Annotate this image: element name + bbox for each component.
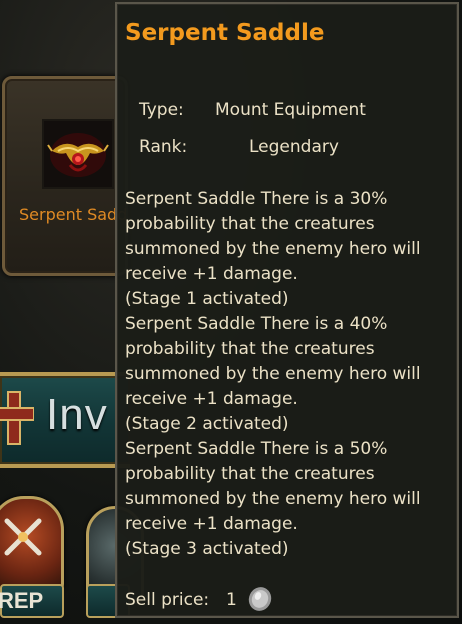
type-value: Mount Equipment xyxy=(215,100,366,120)
description-line: receive +1 damage. xyxy=(125,389,298,409)
sell-price-value: 1 xyxy=(226,590,237,610)
item-description: Serpent Saddle There is a 30% probabilit… xyxy=(125,187,451,562)
description-line: receive +1 damage. xyxy=(125,514,298,534)
reputation-badge[interactable] xyxy=(0,496,64,594)
rank-label: Rank: xyxy=(139,137,188,157)
description-line: summoned by the enemy hero will xyxy=(125,489,421,509)
serpent-saddle-icon[interactable] xyxy=(42,119,114,189)
description-line: summoned by the enemy hero will xyxy=(125,364,421,384)
game-screen: Serpent Saddle Inv REP Serpent Saddle Ty… xyxy=(0,0,462,624)
sell-price-label: Sell price: xyxy=(125,590,210,610)
silver-coin-icon xyxy=(248,587,272,611)
item-title: Serpent Saddle xyxy=(125,20,325,46)
banner-text: Inv xyxy=(46,390,108,439)
description-line: Serpent Saddle There is a 30% xyxy=(125,189,388,209)
description-line: probability that the creatures xyxy=(125,339,375,359)
inventory-banner[interactable]: Inv xyxy=(0,372,130,468)
description-line: receive +1 damage. xyxy=(125,264,298,284)
description-line: Serpent Saddle There is a 50% xyxy=(125,439,388,459)
rank-value: Legendary xyxy=(249,137,339,157)
type-label: Type: xyxy=(139,100,184,120)
description-line: (Stage 2 activated) xyxy=(125,414,289,434)
item-card-name: Serpent Saddle xyxy=(19,205,129,224)
description-line: (Stage 1 activated) xyxy=(125,289,289,309)
description-line: (Stage 3 activated) xyxy=(125,539,289,559)
crossed-swords-icon xyxy=(4,518,42,556)
rep-label: REP xyxy=(0,584,64,618)
description-line: probability that the creatures xyxy=(125,214,375,234)
description-line: summoned by the enemy hero will xyxy=(125,239,421,259)
item-card[interactable]: Serpent Saddle xyxy=(2,76,129,276)
description-line: Serpent Saddle There is a 40% xyxy=(125,314,388,334)
saddle-icon xyxy=(44,121,112,187)
item-tooltip: Serpent Saddle Type: Mount Equipment Ran… xyxy=(115,2,459,618)
cross-icon xyxy=(0,391,34,445)
description-line: probability that the creatures xyxy=(125,464,375,484)
